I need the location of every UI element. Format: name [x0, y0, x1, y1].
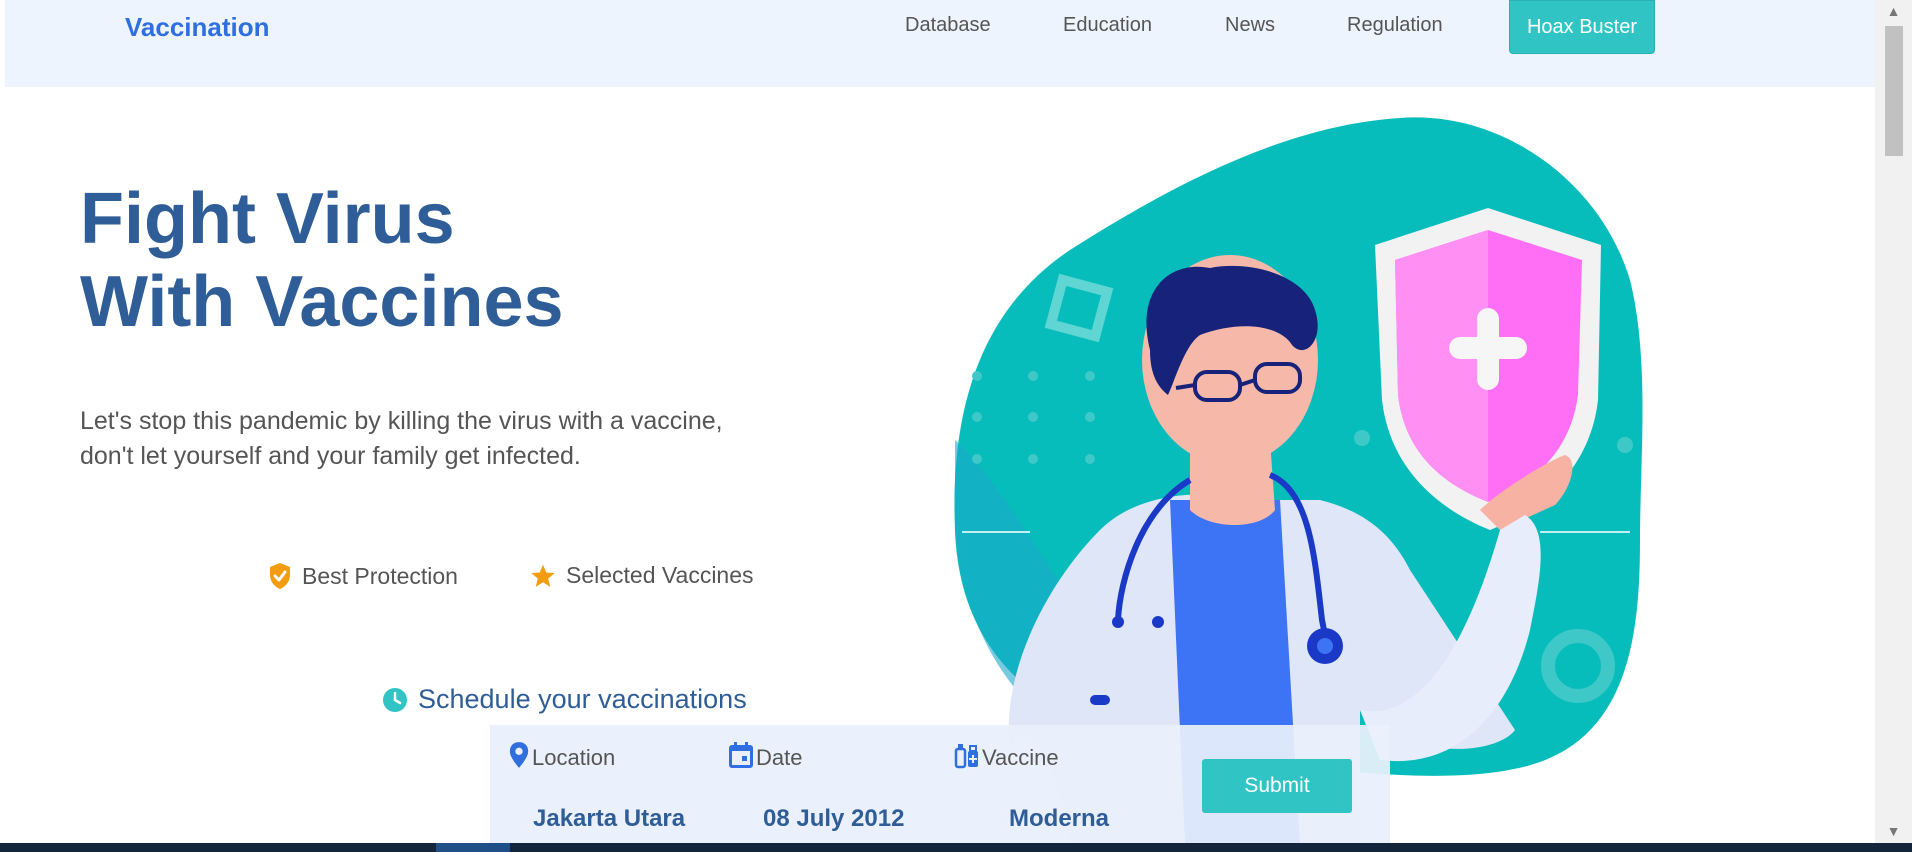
nav-link-education[interactable]: Education [1063, 14, 1152, 37]
nav-link-database[interactable]: Database [905, 14, 991, 37]
scrollbar[interactable]: ▲ ▼ [1875, 0, 1912, 843]
scroll-up-icon[interactable]: ▲ [1875, 0, 1912, 22]
hero-subtitle-line1: Let's stop this pandemic by killing the … [80, 407, 723, 435]
scroll-down-icon[interactable]: ▼ [1875, 820, 1912, 842]
star-icon [531, 564, 555, 587]
feature-label: Selected Vaccines [566, 562, 754, 588]
date-label-text: Date [756, 745, 803, 770]
location-label: Location [508, 742, 616, 771]
schedule-label: Schedule your vaccinations [418, 684, 747, 714]
location-pin-icon [509, 742, 529, 768]
hoax-buster-button[interactable]: Hoax Buster [1509, 0, 1655, 54]
calendar-icon [729, 742, 753, 768]
scroll-thumb[interactable] [1885, 26, 1903, 156]
vaccine-value[interactable]: Moderna [1009, 805, 1109, 833]
feature-best-protection: Best Protection [268, 562, 458, 590]
feature-label: Best Protection [302, 562, 458, 589]
schedule-heading: Schedule your vaccinations [382, 684, 747, 715]
hero-title: Fight Virus With Vaccines [80, 178, 564, 344]
clock-icon [383, 687, 407, 712]
hero-subtitle: Let's stop this pandemic by killing the … [80, 404, 800, 474]
submit-button[interactable]: Submit [1202, 759, 1352, 813]
brand-logo[interactable]: Vaccination [125, 12, 270, 43]
location-value[interactable]: Jakarta Utara [533, 805, 685, 833]
date-value[interactable]: 08 July 2012 [763, 805, 904, 833]
nav-link-regulation[interactable]: Regulation [1347, 14, 1443, 37]
bottom-strip-highlight [436, 843, 510, 852]
nav-link-news[interactable]: News [1225, 14, 1275, 37]
feature-selected-vaccines: Selected Vaccines [530, 562, 754, 589]
bottom-strip [0, 843, 1912, 852]
location-label-text: Location [532, 745, 616, 770]
vaccine-label: Vaccine [954, 744, 1059, 771]
vaccine-icon [954, 744, 978, 769]
hero-title-line1: Fight Virus [80, 179, 455, 259]
vaccination-form: Location Date Vaccine Jakarta Utara 08 J… [490, 725, 1390, 843]
hero-title-line2: With Vaccines [80, 262, 564, 342]
hero-subtitle-line2: don't let yourself and your family get i… [80, 442, 581, 470]
shield-check-icon [270, 563, 290, 589]
navbar: Vaccination Database Education News Regu… [5, 0, 1875, 87]
vaccine-label-text: Vaccine [982, 745, 1059, 770]
date-label: Date [728, 742, 803, 771]
page: Vaccination Database Education News Regu… [0, 0, 1875, 843]
